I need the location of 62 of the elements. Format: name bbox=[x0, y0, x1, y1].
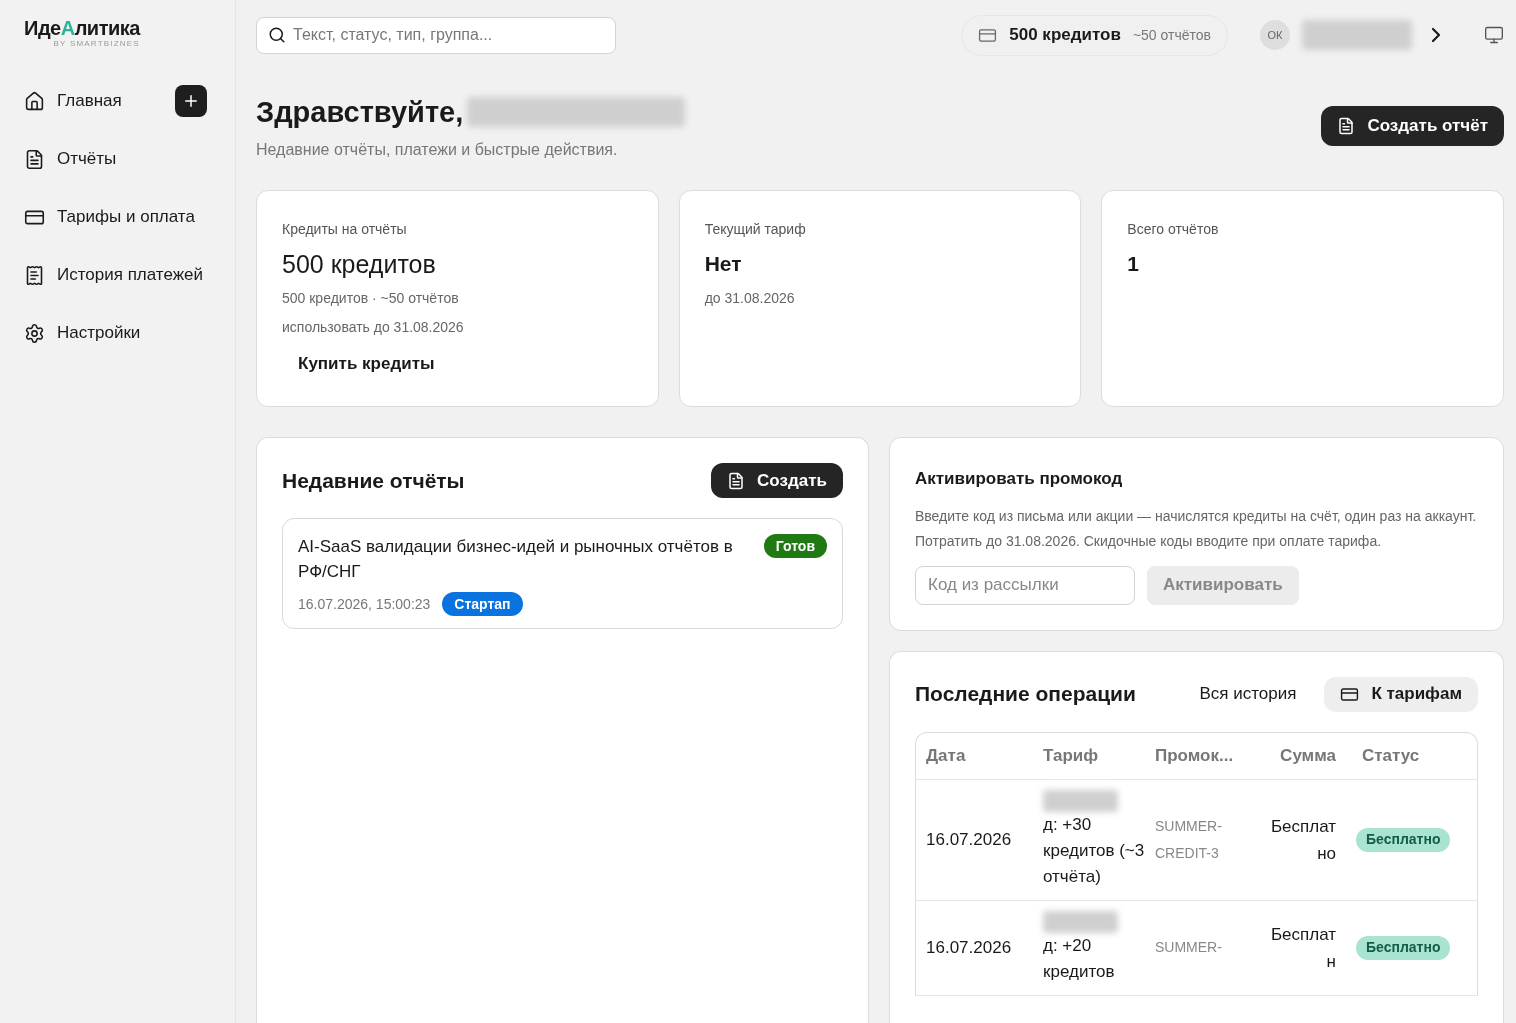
plus-icon bbox=[182, 92, 200, 110]
report-title: AI-SaaS валидации бизнес-идей и рыночных отчётов в РФ/СНГ bbox=[298, 536, 734, 583]
document-icon bbox=[1337, 117, 1356, 135]
buy-credits-button[interactable]: Купить кредиты bbox=[282, 346, 451, 382]
document-icon bbox=[727, 471, 746, 490]
settings-icon bbox=[24, 322, 45, 344]
stat-detail: до 31.08.2026 bbox=[704, 289, 796, 308]
report-date: 16.07.2026, 15:00:23 bbox=[298, 594, 431, 614]
stat-detail: 500 кредитов · ~50 отчётов bbox=[282, 289, 460, 308]
status-badge: Готов bbox=[763, 534, 827, 558]
column-header: Дата bbox=[925, 744, 967, 767]
nav-item[interactable]: Главная bbox=[24, 88, 122, 114]
table-cell-text: 16.07.2026 bbox=[925, 828, 1013, 851]
page-subtitle: Недавние отчёты, платежи и быстрые действия. bbox=[256, 140, 619, 160]
report-card[interactable]: AI-SaaS валидации бизнес-идей и рыночных отчётов в РФ/СНГ Готов 16.07.2026, 15:00:23 Стартап bbox=[282, 518, 843, 629]
nav-item[interactable]: Тарифы и оплата bbox=[24, 204, 195, 230]
table-cell-text: SUMMER-CREDIT-3 bbox=[1154, 816, 1223, 863]
stat-detail: использовать до 31.08.2026 bbox=[282, 318, 465, 337]
stat-label: Кредиты на отчёты bbox=[282, 220, 408, 239]
greeting: Здравствуйте, bbox=[256, 95, 464, 130]
search-icon bbox=[268, 25, 286, 44]
nav-item[interactable]: Настройки bbox=[24, 320, 141, 346]
create-button[interactable]: Создать bbox=[711, 463, 843, 498]
section-title: Активировать промокод bbox=[915, 468, 1124, 490]
section-title: Последние операции bbox=[915, 681, 1137, 708]
tariffs-button[interactable]: К тарифам bbox=[1324, 676, 1478, 712]
document-icon bbox=[24, 148, 45, 170]
nav-item[interactable]: Отчёты bbox=[24, 146, 117, 172]
monitor-icon[interactable] bbox=[1484, 25, 1504, 45]
promo-description: Введите код из письма или акции — начислятся кредиты на счёт, один раз на аккаунт. Потратить до 31.08.2026. Скидочные коды вводите при оплате тарифа. bbox=[915, 506, 1478, 551]
reports-estimate: ~50 отчётов bbox=[1132, 25, 1211, 45]
stat-label: Всего отчётов bbox=[1127, 220, 1220, 239]
stat-label: Текущий тариф bbox=[704, 220, 807, 239]
section-title: Недавние отчёты bbox=[282, 467, 465, 494]
stat-value: 1 bbox=[1127, 251, 1140, 277]
credits-amount: 500 кредитов bbox=[1009, 24, 1121, 47]
status-badge: Бесплатно bbox=[1356, 935, 1451, 960]
category-badge: Стартап bbox=[442, 592, 523, 616]
status-badge: Бесплатно bbox=[1356, 827, 1451, 852]
table-cell-text: SUMMER- bbox=[1154, 938, 1223, 957]
home-icon bbox=[24, 90, 45, 112]
promo-code-field[interactable]: Код из рассылки bbox=[915, 565, 1135, 605]
table-cell-text: Бесплатн bbox=[1269, 923, 1337, 973]
receipt-icon bbox=[24, 264, 45, 286]
table-cell-text: Бесплатно bbox=[1269, 815, 1337, 865]
avatar[interactable]: ОК bbox=[1260, 20, 1290, 50]
add-button[interactable] bbox=[175, 85, 207, 117]
stat-value: Нет bbox=[704, 251, 743, 277]
column-header: Статус bbox=[1361, 744, 1421, 767]
table-cell-text: д: +20 кредитов bbox=[1043, 934, 1116, 983]
create-report-button[interactable]: Создать отчёт bbox=[1321, 106, 1504, 146]
credits-pill[interactable]: 500 кредитов ~50 отчётов bbox=[961, 14, 1228, 56]
table-cell-text: 16.07.2026 bbox=[925, 936, 1013, 959]
column-header: Тариф bbox=[1042, 744, 1100, 767]
logo[interactable]: ИдеАлитика BY SMARTBIZNES bbox=[0, 0, 140, 72]
table-cell-text: д: +30 кредитов (~3 отчёта) bbox=[1043, 813, 1145, 888]
search-field[interactable]: Текст, статус, тип, группа... bbox=[256, 16, 616, 54]
history-link[interactable]: Вся история bbox=[1187, 681, 1309, 707]
column-header: Промок... bbox=[1154, 744, 1235, 767]
stat-value: 500 кредитов bbox=[282, 249, 437, 280]
column-header: Сумма bbox=[1279, 744, 1337, 767]
nav-item[interactable]: История платежей bbox=[24, 262, 204, 288]
